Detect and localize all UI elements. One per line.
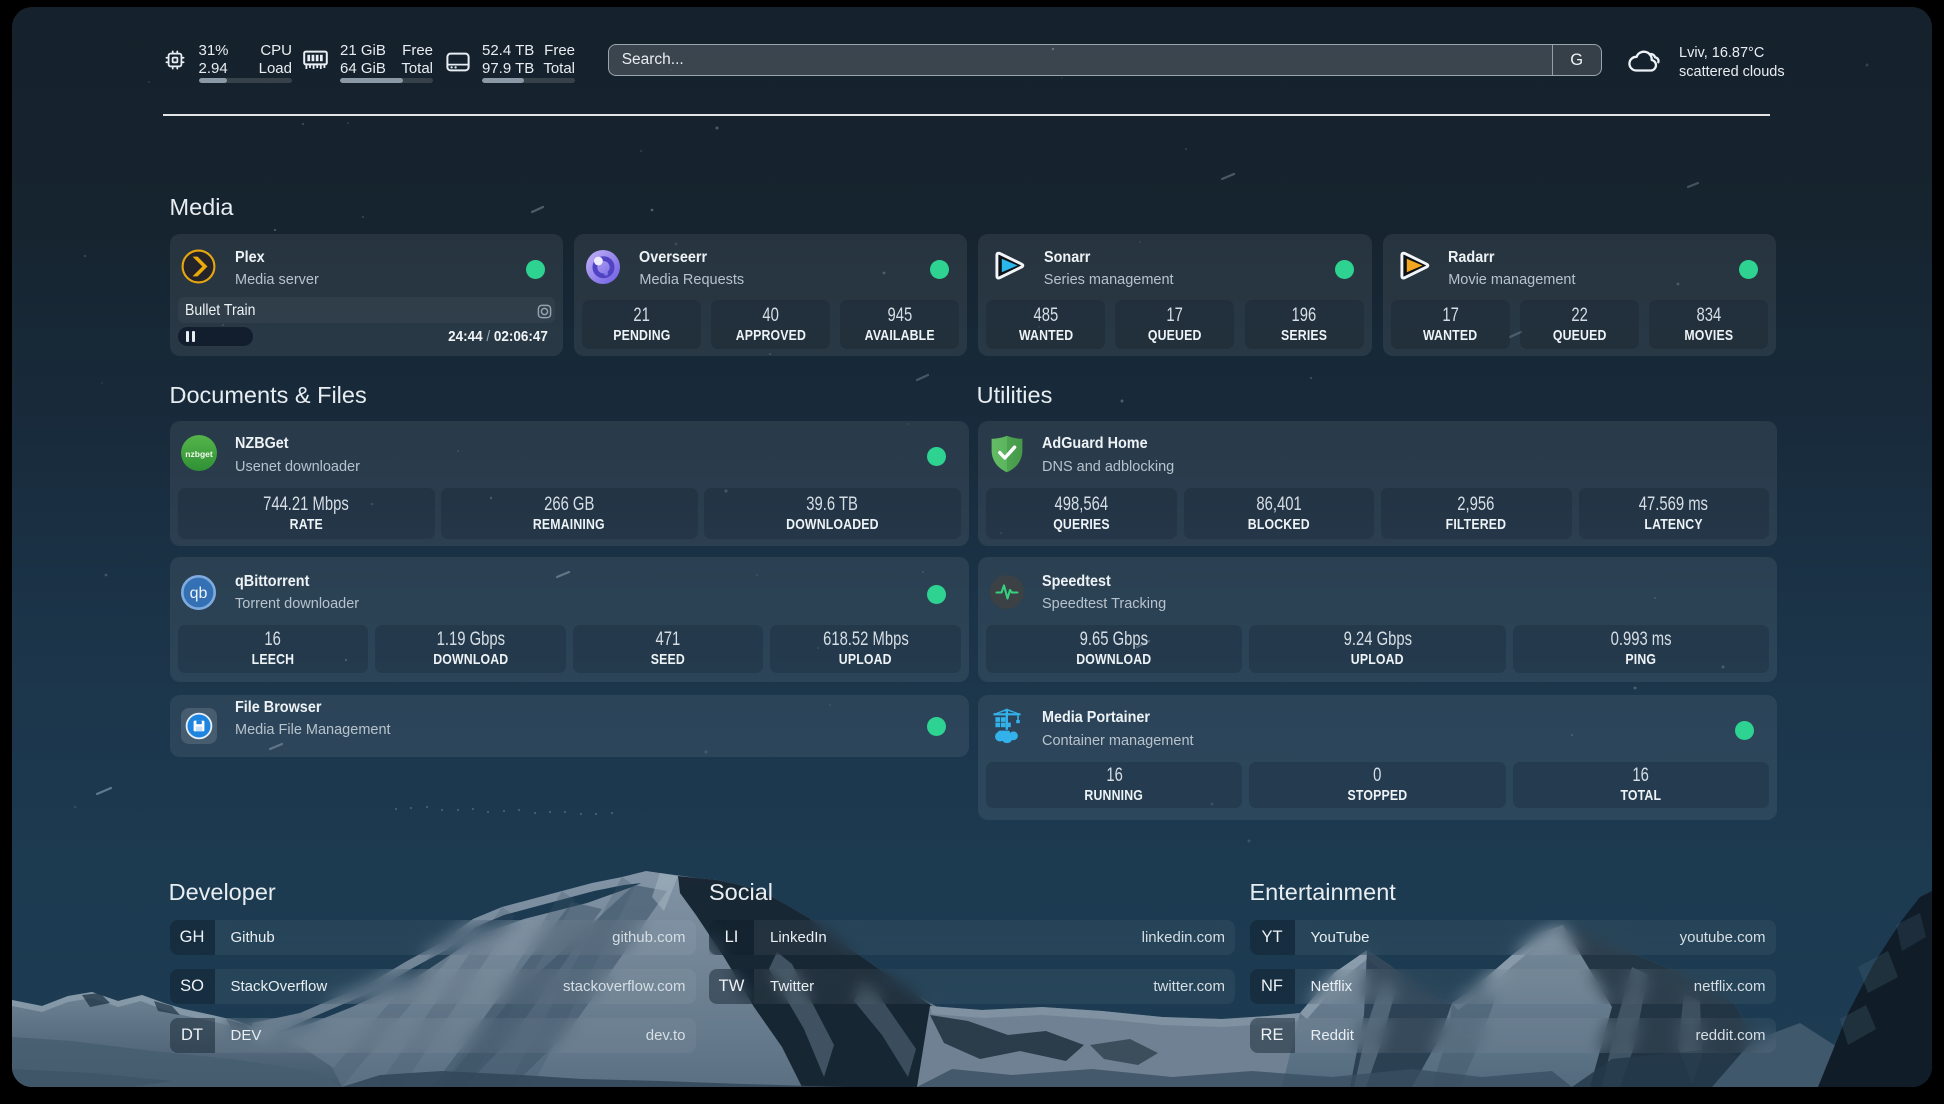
svg-text:nzbget: nzbget [185,449,213,459]
svg-text:qb: qb [189,585,207,602]
